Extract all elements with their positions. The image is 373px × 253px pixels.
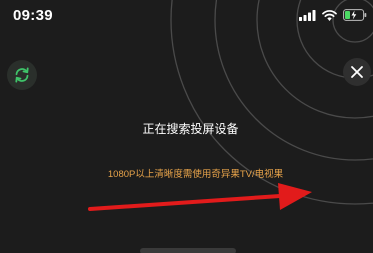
red-arrow-right-icon [88, 183, 312, 211]
home-indicator [140, 248, 236, 253]
cast-search-screen: 09:39 正在搜索投屏设备 1080P以上清晰度需使用奇异果TV/电视果 [0, 0, 373, 253]
